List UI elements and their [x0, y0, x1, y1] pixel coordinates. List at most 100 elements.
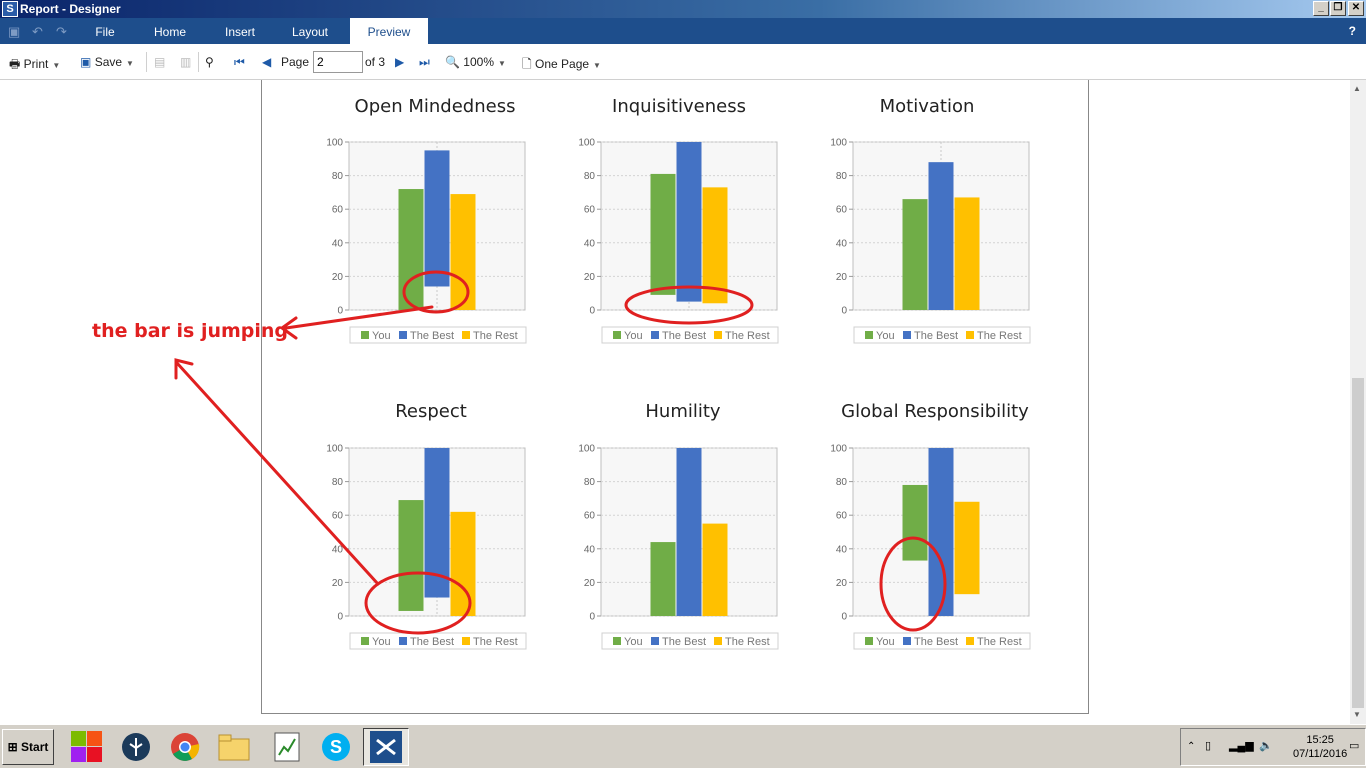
bar-you: [902, 199, 928, 310]
bar-you: [902, 484, 928, 561]
legend-swatch: [361, 331, 369, 339]
y-tick-label: 20: [332, 272, 344, 283]
legend-swatch: [865, 637, 873, 645]
y-tick-label: 80: [332, 171, 344, 182]
y-tick-label: 100: [578, 444, 595, 455]
legend-swatch: [361, 637, 369, 645]
legend-label: The Rest: [725, 330, 770, 342]
y-tick-label: 0: [337, 306, 343, 317]
system-tray: ⌃ ▯ ▂▄▆ 🔈 15:25 07/11/2016 ▭: [1180, 728, 1366, 766]
network-icon[interactable]: ▂▄▆: [1229, 739, 1254, 752]
chart-3: 0 20 40 60 80 100 You The Best The Rest: [326, 444, 527, 650]
chart-5: 0 20 40 60 80 100 You The Best The Rest: [830, 444, 1031, 650]
bar-you: [398, 189, 424, 310]
chart-4: 0 20 40 60 80 100 You The Best The Rest: [578, 444, 779, 650]
legend-label: You: [372, 636, 391, 648]
legend-label: You: [624, 330, 643, 342]
y-tick-label: 0: [589, 306, 595, 317]
y-tick-label: 0: [841, 612, 847, 623]
y-tick-label: 80: [584, 171, 596, 182]
charts-layer: 0 20 40 60 80 100 You The Best The Rest 0 20 40 60 80…: [326, 138, 1031, 650]
y-tick-label: 100: [326, 138, 343, 149]
bar-the-best: [424, 448, 450, 598]
y-tick-label: 0: [841, 306, 847, 317]
legend-swatch: [613, 331, 621, 339]
taskbar-app-tree[interactable]: [113, 728, 159, 766]
legend-swatch: [714, 637, 722, 645]
taskbar-app-editor[interactable]: [264, 728, 310, 766]
legend-swatch: [903, 637, 911, 645]
chart-2: 0 20 40 60 80 100 You The Best The Rest: [830, 138, 1031, 344]
legend-swatch: [651, 331, 659, 339]
start-button[interactable]: ⊞ Start: [2, 729, 54, 765]
show-hidden-icons-icon[interactable]: ⌃: [1187, 741, 1195, 752]
chrome-icon: [171, 733, 200, 761]
y-tick-label: 20: [836, 272, 848, 283]
y-tick-label: 40: [584, 544, 596, 555]
chart-0: 0 20 40 60 80 100 You The Best The Rest: [326, 138, 527, 344]
legend-label: The Best: [410, 636, 454, 648]
legend-swatch: [966, 331, 974, 339]
y-tick-label: 100: [326, 444, 343, 455]
legend-swatch: [714, 331, 722, 339]
legend-swatch: [865, 331, 873, 339]
y-tick-label: 20: [584, 578, 596, 589]
svg-text:S: S: [330, 737, 342, 757]
y-tick-label: 40: [332, 544, 344, 555]
y-tick-label: 100: [578, 138, 595, 149]
bar-the-best: [928, 162, 954, 310]
windows-logo-icon: ⊞: [7, 740, 18, 754]
legend-swatch: [903, 331, 911, 339]
y-tick-label: 100: [830, 138, 847, 149]
y-tick-label: 20: [332, 578, 344, 589]
bar-the-rest: [702, 187, 728, 304]
legend-label: The Best: [914, 636, 958, 648]
bar-the-best: [676, 142, 702, 302]
taskbar: ⊞ Start S ⌃ ▯ ▂▄▆ 🔈 15:25 07/11/2016 ▭: [0, 724, 1366, 768]
y-tick-label: 40: [836, 238, 848, 249]
legend-label: You: [876, 330, 895, 342]
taskbar-app-report-designer[interactable]: [363, 728, 409, 766]
bar-the-rest: [954, 501, 980, 595]
y-tick-label: 80: [332, 477, 344, 488]
bar-the-rest: [450, 194, 476, 310]
legend-label: You: [372, 330, 391, 342]
y-tick-label: 60: [836, 511, 848, 522]
bar-the-rest: [450, 511, 476, 616]
legend-label: You: [876, 636, 895, 648]
y-tick-label: 40: [836, 544, 848, 555]
legend-label: The Rest: [977, 636, 1022, 648]
start-label: Start: [21, 740, 49, 754]
show-desktop-icon[interactable]: ▭: [1349, 739, 1359, 752]
taskbar-app-explorer[interactable]: [211, 728, 257, 766]
taskbar-app-skype[interactable]: S: [313, 728, 359, 766]
metro-tiles-icon: [71, 731, 102, 762]
legend-label: The Rest: [725, 636, 770, 648]
legend-swatch: [613, 637, 621, 645]
taskbar-app-metro[interactable]: [64, 728, 110, 766]
bar-the-rest: [702, 523, 728, 616]
bar-the-best: [676, 448, 702, 616]
bar-the-best: [424, 150, 450, 287]
report-designer-icon: [370, 731, 402, 763]
y-tick-label: 80: [836, 477, 848, 488]
clock-date: 07/11/2016: [1293, 748, 1348, 760]
legend-label: You: [624, 636, 643, 648]
folder-icon: [218, 734, 250, 761]
volume-icon[interactable]: 🔈: [1259, 739, 1273, 752]
bar-you: [650, 173, 676, 295]
clock[interactable]: 15:25 07/11/2016: [1293, 733, 1347, 761]
y-tick-label: 20: [836, 578, 848, 589]
legend-swatch: [651, 637, 659, 645]
legend-swatch: [462, 637, 470, 645]
legend-swatch: [399, 331, 407, 339]
taskbar-app-chrome[interactable]: [162, 728, 208, 766]
power-icon[interactable]: ▯: [1205, 739, 1211, 752]
chart-1: 0 20 40 60 80 100 You The Best The Rest: [578, 138, 779, 344]
bar-you: [398, 500, 424, 611]
y-tick-label: 80: [836, 171, 848, 182]
legend-swatch: [462, 331, 470, 339]
skype-icon: S: [322, 733, 350, 761]
legend-label: The Best: [914, 330, 958, 342]
y-tick-label: 60: [332, 511, 344, 522]
